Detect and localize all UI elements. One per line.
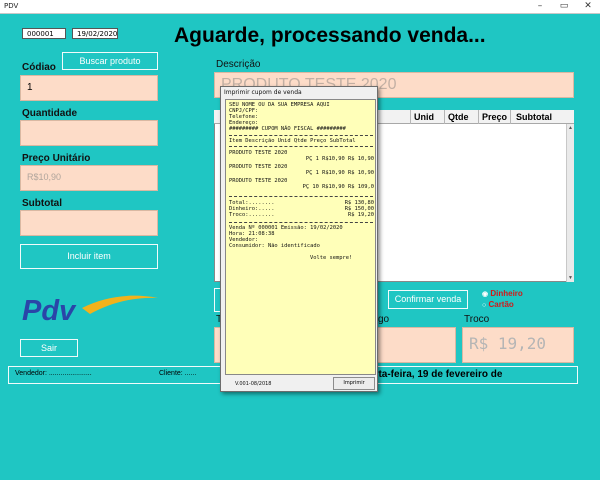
subtotal-input[interactable] <box>20 210 158 236</box>
window-titlebar: PDV – ▭ ✕ <box>0 0 600 14</box>
receipt-nonfiscal: ######### CUPOM NÃO FISCAL ######### <box>229 126 346 132</box>
confirm-sale-button[interactable]: Confirmar venda <box>388 290 468 309</box>
column-qtde: Qtde <box>448 112 469 122</box>
preco-unitario-value: R$10,90 <box>27 172 62 182</box>
dialog-title: Imprimir cupom de venda <box>224 89 302 96</box>
troco-label: Troco <box>464 314 490 325</box>
payment-dinheiro-radio[interactable]: ◉ Dinheiro <box>482 289 523 298</box>
logo-text: Pdv <box>22 295 77 327</box>
scroll-down-icon[interactable]: ▼ <box>568 275 573 281</box>
minimize-button[interactable]: – <box>528 0 552 13</box>
column-preco: Preço <box>482 112 508 122</box>
date-box: 19/02/2020 <box>72 28 118 39</box>
print-receipt-dialog: Imprimir cupom de venda SEU NOME OU DA S… <box>220 86 378 392</box>
receipt-consumer: Consumidor: Não identificado <box>229 243 320 249</box>
receipt-item-line: PÇ 1 R$10,90 R$ 10,90 <box>305 170 374 176</box>
page-title: Aguarde, processando venda... <box>174 24 486 47</box>
grid-scrollbar[interactable]: ▲ ▼ <box>566 124 574 282</box>
payment-cartao-label: Cartão <box>488 300 514 309</box>
status-cliente: Cliente: ...... <box>159 370 197 377</box>
subtotal-label: Subtotal <box>22 198 62 209</box>
receipt-closing: Volte sempre! <box>310 255 353 261</box>
receipt-preview[interactable]: SEU NOME OU DA SUA EMPRESA AQUI CNPJ/CPF… <box>225 99 376 375</box>
quantidade-label: Quantidade <box>22 108 78 119</box>
codigo-value: 1 <box>27 82 33 93</box>
scroll-up-icon[interactable]: ▲ <box>568 125 573 131</box>
troco-value: R$ 19,20 <box>469 334 547 353</box>
maximize-button[interactable]: ▭ <box>552 0 576 13</box>
codigo-input[interactable]: 1 <box>20 75 158 101</box>
radio-unselected-icon: ○ <box>482 302 487 309</box>
dinheiro-label: go <box>378 314 390 325</box>
codigo-label: Códiao <box>22 62 56 73</box>
receipt-item-line: PÇ 10 R$10,90 R$ 109,0 <box>302 184 374 190</box>
pdv-logo: Pdv <box>20 290 160 330</box>
status-vendedor: Vendedor: ...................... <box>15 370 92 377</box>
add-item-button[interactable]: Incluir item <box>20 244 158 269</box>
search-product-button[interactable]: Buscar produto <box>62 52 158 70</box>
version-label: V.001-08/2018 <box>235 381 272 387</box>
descricao-label: Descrição <box>216 59 261 70</box>
window-title: PDV <box>4 2 19 10</box>
sale-number-box: 000001 <box>22 28 66 39</box>
close-button[interactable]: ✕ <box>576 0 600 13</box>
column-subtotal: Subtotal <box>516 112 552 122</box>
column-unid: Unid <box>414 112 434 122</box>
dinheiro-field[interactable] <box>376 327 456 363</box>
preco-unitario-input[interactable]: R$10,90 <box>20 165 158 191</box>
status-date: arta-feira, 19 de fevereiro de <box>369 369 503 380</box>
payment-method-group: ◉ Dinheiro ○ Cartão <box>482 288 562 314</box>
payment-cartao-radio[interactable]: ○ Cartão <box>482 300 514 309</box>
troco-field: R$ 19,20 <box>462 327 574 363</box>
receipt-columns: Item Descrição Unid Qtde Preço SubTotal <box>229 138 356 144</box>
print-button[interactable]: Imprimir <box>333 377 375 390</box>
receipt-item-line: PÇ 1 R$10,90 R$ 10,90 <box>305 156 374 162</box>
pdv-logo-icon: Pdv <box>22 295 158 327</box>
receipt-troco-value: R$ 19,20 <box>348 212 374 218</box>
preco-unitario-label: Preço Unitário <box>22 153 91 164</box>
exit-button[interactable]: Sair <box>20 339 78 357</box>
quantidade-input[interactable] <box>20 120 158 146</box>
payment-dinheiro-label: Dinheiro <box>490 289 523 298</box>
radio-selected-icon: ◉ <box>482 291 489 298</box>
